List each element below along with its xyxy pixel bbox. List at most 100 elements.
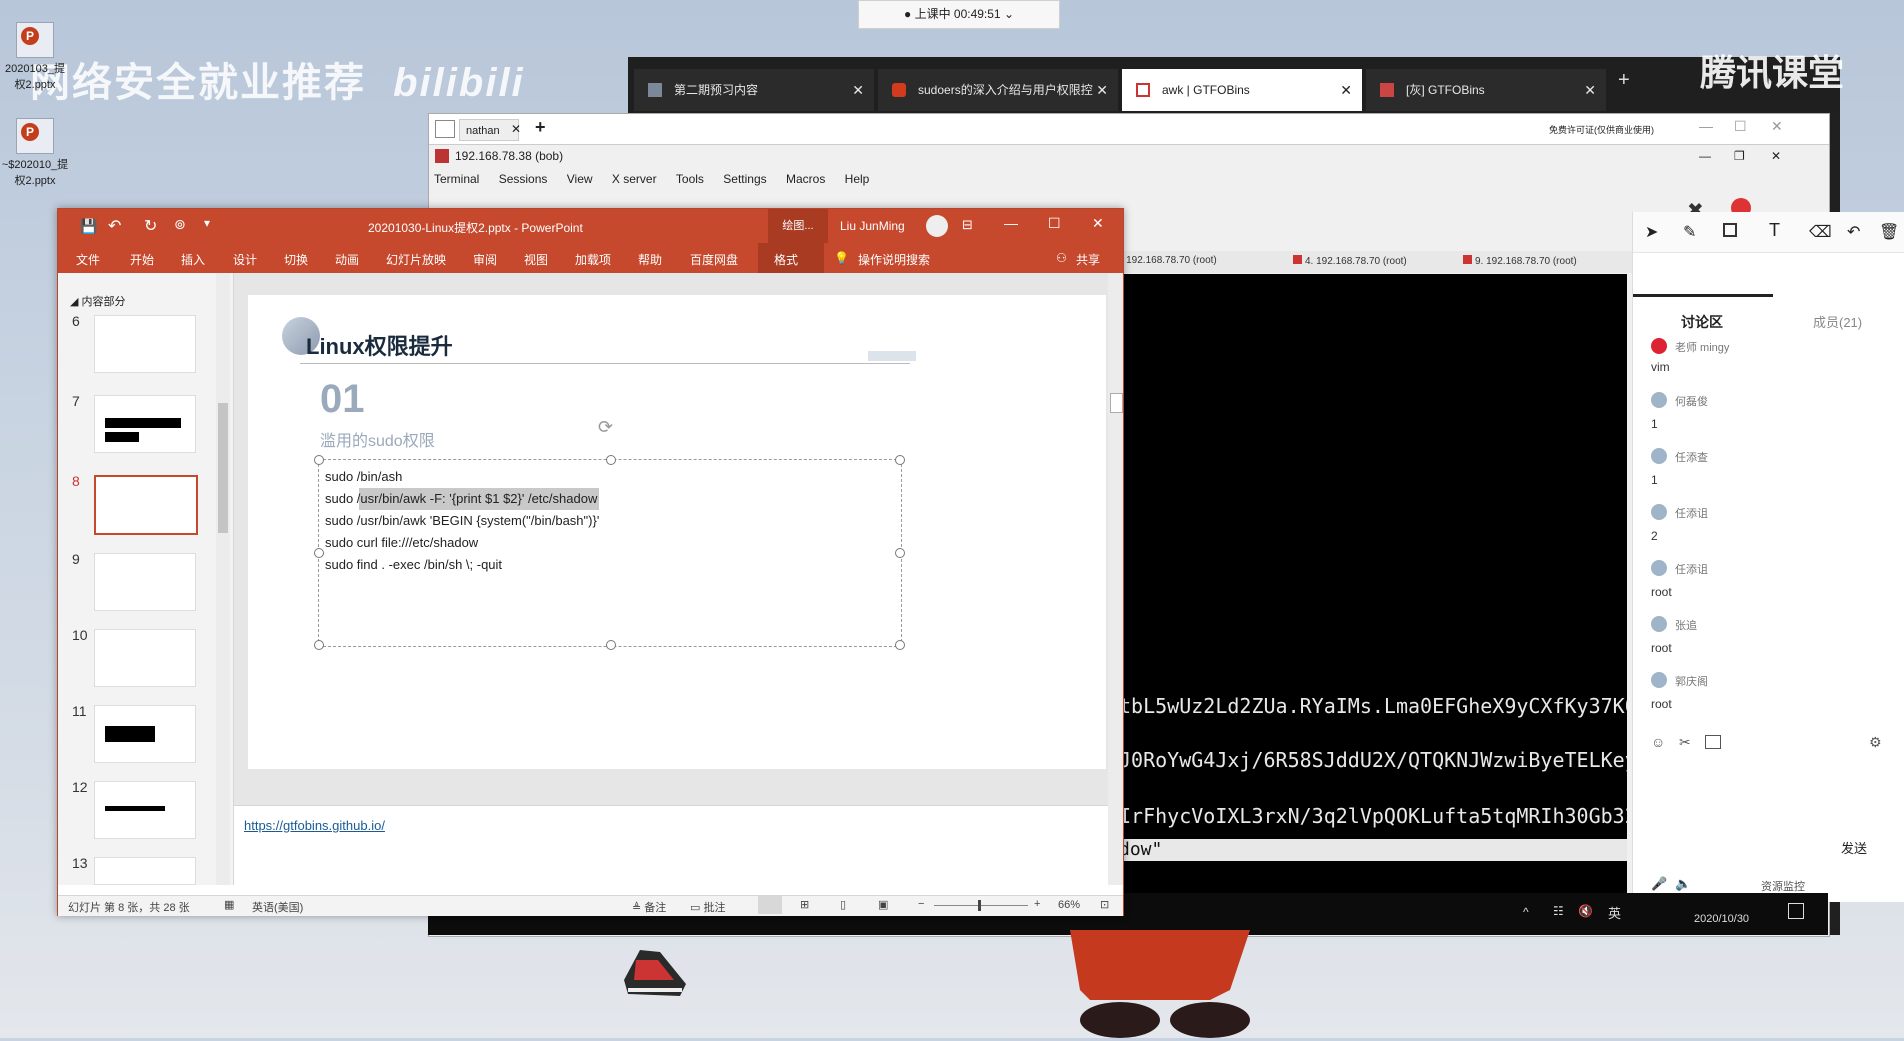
class-timer[interactable]: ● 上课中 00:49:51 ⌄ (858, 0, 1060, 29)
pen-icon[interactable]: ✎ (1683, 222, 1696, 242)
slide-sorter-icon[interactable]: ⊞ (800, 898, 809, 911)
customize-icon[interactable]: ▾ (204, 216, 210, 230)
resize-handle[interactable] (895, 548, 905, 558)
ribbon-tab-addins[interactable]: 加载项 (575, 251, 611, 268)
text-icon[interactable]: T (1769, 220, 1780, 241)
slide-thumbnail[interactable] (94, 857, 196, 885)
plus-icon[interactable]: + (535, 117, 546, 138)
undo-icon[interactable]: ↶ (1847, 222, 1860, 242)
pointer-icon[interactable]: ➤ (1645, 222, 1658, 242)
resource-monitor[interactable]: 资源监控 (1761, 878, 1805, 894)
ribbon-tab-format[interactable]: 格式 (774, 251, 798, 268)
user-name[interactable]: Liu JunMing (840, 219, 905, 233)
canvas-scrollbar[interactable] (1108, 273, 1123, 885)
desktop-icon-temp-pptx[interactable]: ~$202010_提权2.pptx (0, 118, 70, 188)
resize-handle[interactable] (895, 640, 905, 650)
menu-view[interactable]: View (567, 172, 593, 186)
close-icon[interactable]: ✕ (1340, 69, 1352, 111)
slide-thumbnail[interactable] (94, 553, 196, 611)
maximize-icon[interactable]: ☐ (1734, 118, 1747, 135)
emoji-icon[interactable]: ☺ (1651, 734, 1665, 750)
rectangle-icon[interactable] (1723, 223, 1737, 237)
thumb-scrollbar[interactable] (216, 273, 230, 885)
redo-icon[interactable]: ↻ (144, 216, 157, 236)
notes-button[interactable]: ≜ 备注 (632, 899, 666, 915)
ribbon-tab-baidu[interactable]: 百度网盘 (690, 251, 738, 268)
undo-icon[interactable]: ↶ (108, 216, 121, 236)
notes-link[interactable]: https://gtfobins.github.io/ (244, 818, 385, 833)
slide-thumbnail[interactable] (94, 705, 196, 763)
fit-slide-icon[interactable]: ⊡ (1100, 898, 1109, 911)
new-tab-button[interactable]: + (1618, 69, 1630, 92)
notification-icon[interactable] (1788, 903, 1804, 919)
moba-tab[interactable]: nathan (459, 119, 519, 141)
menu-sessions[interactable]: Sessions (499, 172, 548, 186)
browser-tab[interactable]: [灰] GTFOBins ✕ (1366, 69, 1606, 111)
menu-settings[interactable]: Settings (723, 172, 766, 186)
resize-handle[interactable] (314, 455, 324, 465)
comments-button[interactable]: ▭ 批注 (690, 899, 725, 915)
resize-handle[interactable] (314, 640, 324, 650)
menu-help[interactable]: Help (845, 172, 870, 186)
slide-thumbnail-selected[interactable] (94, 475, 198, 535)
close-icon[interactable]: ✕ (1584, 69, 1596, 111)
volume-icon[interactable]: 🔇 (1578, 904, 1593, 918)
section-header[interactable]: ◢ 内容部分 (70, 293, 126, 309)
present-icon[interactable]: ⊚ (174, 216, 186, 233)
slide[interactable]: Linux权限提升 01 滥用的sudo权限 ⟳ sudo /bin/ash s… (248, 295, 1106, 769)
close-icon[interactable]: ✕ (1771, 118, 1783, 135)
text-box[interactable]: sudo /bin/ash sudo /usr/bin/awk -F: '{pr… (314, 455, 905, 650)
close-icon[interactable]: ✕ (852, 69, 864, 111)
close-icon[interactable]: ✕ (511, 122, 521, 136)
ribbon-tab-review[interactable]: 审阅 (473, 251, 497, 268)
close-icon[interactable]: ✕ (1771, 145, 1781, 167)
resize-handle[interactable] (606, 455, 616, 465)
slide-thumbnail[interactable] (94, 315, 196, 373)
tell-me-search[interactable]: 操作说明搜索 (858, 251, 930, 268)
ribbon-tab-home[interactable]: 开始 (130, 251, 154, 268)
accessibility-icon[interactable]: ▦ (224, 898, 234, 911)
normal-view-icon[interactable] (758, 896, 782, 914)
session-tab[interactable]: 9. 192.168.78.70 (root) (1463, 255, 1577, 267)
close-icon[interactable]: ✕ (1092, 215, 1104, 232)
close-icon[interactable]: ✕ (1096, 69, 1108, 111)
ime-indicator[interactable]: 英 (1608, 903, 1621, 922)
menu-tools[interactable]: Tools (676, 172, 704, 186)
reading-view-icon[interactable]: ▯ (840, 898, 846, 911)
browser-tab[interactable]: sudoers的深入介绍与用户权限控 ✕ (878, 69, 1118, 111)
rotate-handle-icon[interactable]: ⟳ (598, 417, 613, 438)
settings-icon[interactable]: ⚙ (1869, 734, 1882, 751)
send-button[interactable]: 发送 (1841, 838, 1867, 857)
ribbon-tab-animations[interactable]: 动画 (335, 251, 359, 268)
drawing-tools-tab[interactable]: 绘图... (768, 209, 828, 243)
ribbon-display-icon[interactable]: ⊟ (962, 217, 973, 233)
scissors-icon[interactable]: ✂ (1679, 734, 1691, 751)
speaker-icon[interactable]: 🔈 (1675, 876, 1691, 892)
menu-terminal[interactable]: Terminal (434, 172, 479, 186)
ribbon-tab-slideshow[interactable]: 幻灯片放映 (386, 251, 446, 268)
session-tab[interactable]: 3. 192.168.78.70 (root) (1115, 255, 1217, 266)
notes-pane[interactable]: https://gtfobins.github.io/ (234, 805, 1108, 886)
menu-macros[interactable]: Macros (786, 172, 825, 186)
resize-handle[interactable] (606, 640, 616, 650)
ribbon-tab-file[interactable]: 文件 (76, 251, 100, 268)
desktop-icon-pptx[interactable]: 2020103_提权2.pptx (0, 22, 70, 92)
language-indicator[interactable]: 英语(美国) (252, 899, 303, 915)
members-tab[interactable]: 成员(21) (1813, 312, 1862, 331)
zoom-in-icon[interactable]: + (1034, 898, 1040, 910)
save-icon[interactable]: 💾 (80, 218, 97, 235)
chat-title[interactable]: 讨论区 (1681, 312, 1723, 332)
ribbon-tab-view[interactable]: 视图 (524, 251, 548, 268)
resize-handle[interactable] (895, 455, 905, 465)
zoom-out-icon[interactable]: − (918, 898, 924, 910)
ribbon-tab-transitions[interactable]: 切换 (284, 251, 308, 268)
trash-icon[interactable]: 🗑 (1879, 222, 1899, 242)
image-icon[interactable] (1705, 735, 1721, 749)
share-button[interactable]: 共享 (1076, 251, 1100, 268)
resize-handle[interactable] (314, 548, 324, 558)
menu-xserver[interactable]: X server (612, 172, 657, 186)
maximize-icon[interactable]: ☐ (1048, 215, 1061, 232)
ribbon-tab-insert[interactable]: 插入 (181, 251, 205, 268)
avatar[interactable] (926, 215, 948, 237)
browser-tab[interactable]: 第二期预习内容 ✕ (634, 69, 874, 111)
